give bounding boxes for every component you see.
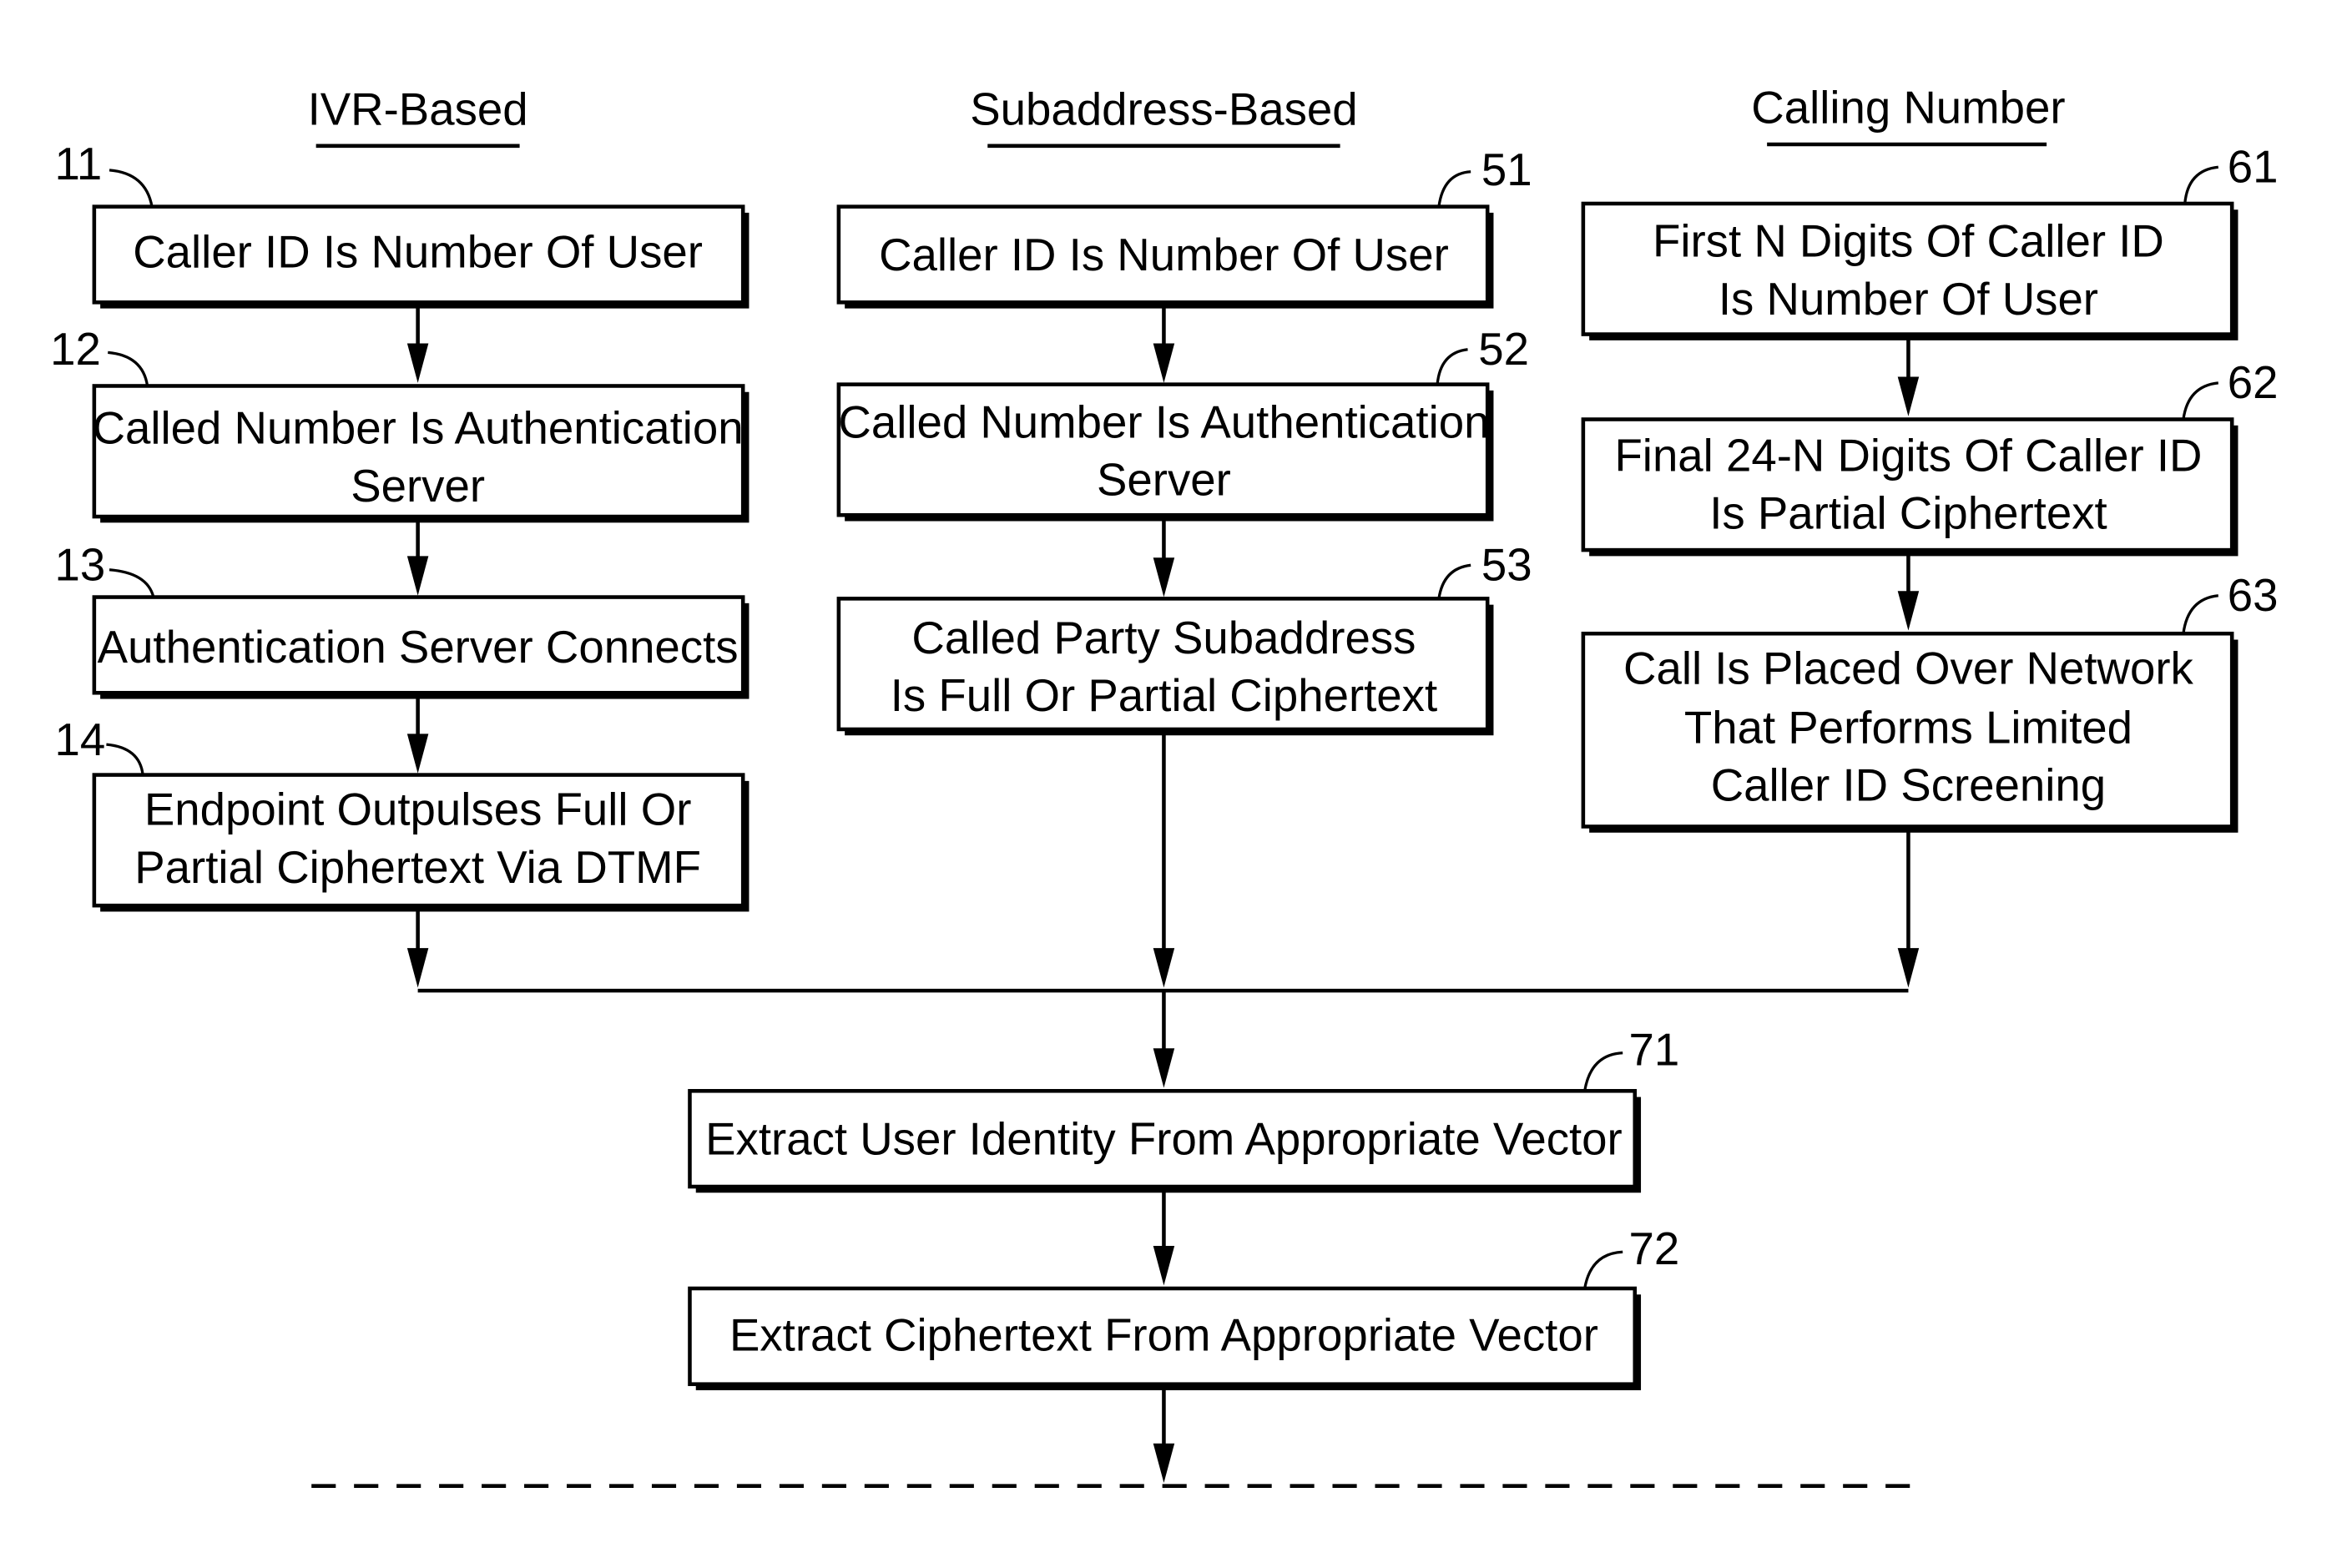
step-box-72: Extract Ciphertext From Appropriate Vect… xyxy=(688,1286,1642,1390)
ref-leader-51 xyxy=(1437,170,1471,207)
step-text-53-line1: Called Party Subaddress xyxy=(911,613,1416,663)
step-box-12: Called Number Is Authentication Server xyxy=(93,384,750,523)
ref-leader-63 xyxy=(2182,594,2219,634)
step-box-52: Called Number Is Authentication Server xyxy=(836,382,1494,522)
step-box-63: Call Is Placed Over Network That Perform… xyxy=(1581,631,2238,833)
step-box-13: Authentication Server Connects xyxy=(92,595,750,699)
arrowhead-icon xyxy=(406,343,429,383)
arrowhead-icon xyxy=(1153,948,1175,988)
ref-label-61: 61 xyxy=(2228,141,2279,192)
header-ivr-based: IVR-Based xyxy=(308,83,528,134)
step-text-71: Extract User Identity From Appropriate V… xyxy=(705,1114,1623,1165)
arrowhead-icon xyxy=(406,734,429,774)
arrowhead-icon xyxy=(406,556,429,596)
step-box-61: First N Digits Of Caller ID Is Number Of… xyxy=(1581,201,2238,340)
arrowhead-icon xyxy=(1153,1048,1175,1088)
ref-label-63: 63 xyxy=(2228,570,2279,621)
ref-leader-52 xyxy=(1436,348,1468,385)
arrowhead-icon xyxy=(1897,376,1920,416)
step-text-62-line2: Is Partial Ciphertext xyxy=(1709,488,2107,539)
ref-label-14: 14 xyxy=(55,714,106,765)
ref-label-51: 51 xyxy=(1481,144,1532,195)
step-box-51: Caller ID Is Number Of User xyxy=(836,204,1494,309)
ref-leader-13 xyxy=(109,568,155,598)
step-box-71: Extract User Identity From Appropriate V… xyxy=(688,1089,1642,1193)
ref-label-13: 13 xyxy=(55,540,106,591)
step-text-63-line3: Caller ID Screening xyxy=(1711,760,2106,811)
step-text-52-line2: Server xyxy=(1097,455,1231,506)
step-text-12-line1: Called Number Is Authentication xyxy=(93,403,744,454)
step-text-72: Extract Ciphertext From Appropriate Vect… xyxy=(729,1310,1598,1361)
ref-leader-12 xyxy=(108,350,149,386)
ref-leader-61 xyxy=(2183,165,2218,204)
ref-leader-62 xyxy=(2182,381,2218,420)
ref-label-52: 52 xyxy=(1478,324,1529,375)
arrowhead-icon xyxy=(1153,1246,1175,1286)
step-text-12-line2: Server xyxy=(351,461,485,512)
arrowhead-icon xyxy=(1153,1443,1175,1484)
arrowhead-icon xyxy=(1153,557,1175,597)
ref-label-12: 12 xyxy=(50,324,101,375)
step-text-61-line2: Is Number Of User xyxy=(1719,274,2098,325)
step-text-13: Authentication Server Connects xyxy=(98,622,739,673)
ref-label-71: 71 xyxy=(1628,1024,1679,1075)
step-box-62: Final 24-N Digits Of Caller ID Is Partia… xyxy=(1581,417,2238,557)
step-text-11: Caller ID Is Number Of User xyxy=(133,226,703,277)
ref-label-72: 72 xyxy=(1628,1223,1679,1274)
step-text-51: Caller ID Is Number Of User xyxy=(879,229,1449,280)
header-subaddress-based: Subaddress-Based xyxy=(970,83,1357,134)
arrowhead-icon xyxy=(1897,948,1920,988)
flowchart: IVR-Based Subaddress-Based Calling Numbe… xyxy=(50,82,2279,1488)
arrowhead-icon xyxy=(406,948,429,988)
step-text-14-line1: Endpoint Outpulses Full Or xyxy=(144,784,692,835)
arrowhead-icon xyxy=(1153,343,1175,383)
ref-leader-14 xyxy=(106,743,144,775)
ref-label-62: 62 xyxy=(2228,357,2279,408)
ref-leader-53 xyxy=(1437,563,1471,599)
step-text-53-line2: Is Full Or Partial Ciphertext xyxy=(891,670,1437,721)
step-box-11: Caller ID Is Number Of User xyxy=(92,204,750,309)
arrowhead-icon xyxy=(1897,591,1920,631)
step-text-63-line1: Call Is Placed Over Network xyxy=(1623,643,2193,693)
ref-leader-72 xyxy=(1583,1250,1623,1289)
step-text-61-line1: First N Digits Of Caller ID xyxy=(1653,216,2164,267)
step-box-14: Endpoint Outpulses Full Or Partial Ciphe… xyxy=(92,773,750,912)
step-text-52-line1: Called Number Is Authentication xyxy=(838,396,1489,447)
ref-leader-71 xyxy=(1583,1051,1623,1092)
header-calling-number: Calling Number xyxy=(1751,82,2065,133)
ref-label-53: 53 xyxy=(1481,540,1532,591)
step-text-62-line1: Final 24-N Digits Of Caller ID xyxy=(1614,430,2202,481)
ref-label-11: 11 xyxy=(55,139,103,189)
step-text-63-line2: That Performs Limited xyxy=(1684,702,2132,753)
ref-leader-11 xyxy=(109,169,154,207)
step-box-53: Called Party Subaddress Is Full Or Parti… xyxy=(836,597,1494,736)
step-text-14-line2: Partial Ciphertext Via DTMF xyxy=(134,842,701,893)
